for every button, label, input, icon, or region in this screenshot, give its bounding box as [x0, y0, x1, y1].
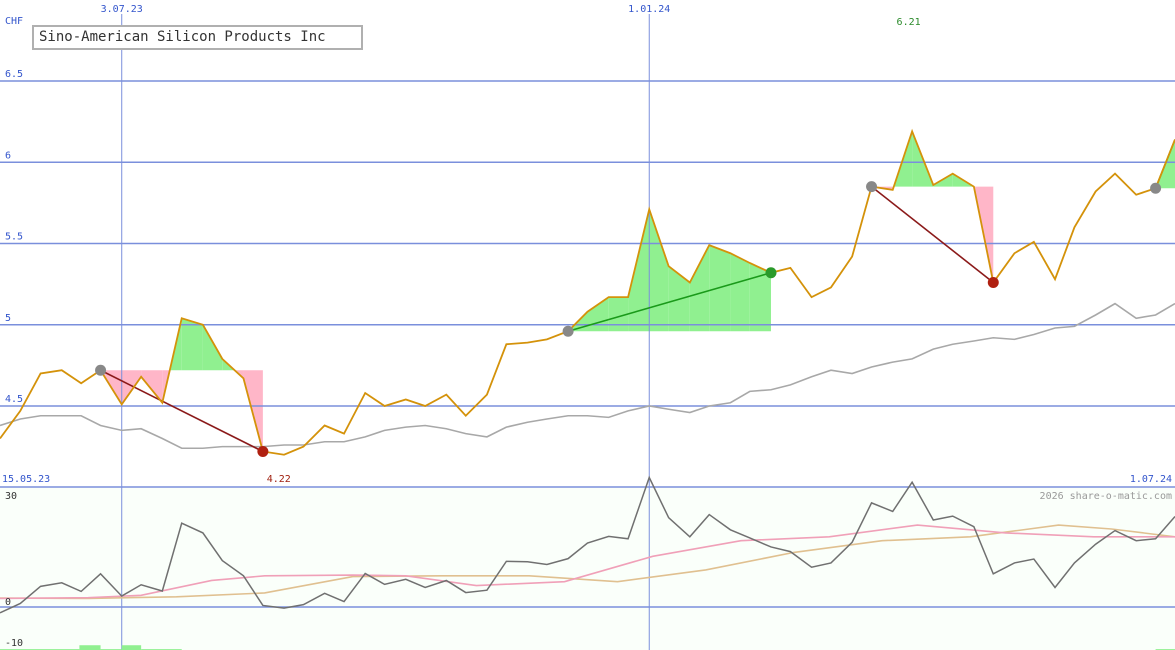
signal-start-marker [562, 325, 574, 337]
chart-title-box: Sino-American Silicon Products Inc [32, 25, 363, 50]
high-price-label: 6.21 [897, 17, 921, 28]
signal-end-marker [765, 267, 777, 279]
signal-start-marker [1150, 182, 1162, 194]
chart-title: Sino-American Silicon Products Inc [39, 29, 326, 45]
bottom-date-label: 1.07.24 [1130, 474, 1172, 485]
oscillator-bar [79, 645, 101, 650]
oscillator-background [0, 488, 1175, 650]
top-date-label: 1.01.24 [628, 4, 670, 15]
oscillator-bar [121, 645, 142, 650]
gain-area [587, 297, 609, 332]
signal-end-marker [257, 446, 269, 457]
currency-label: CHF [5, 16, 23, 27]
price-tick-label: 6 [5, 150, 11, 161]
watermark: 2026 share-o-matic.com [1040, 491, 1172, 502]
oscillator-tick-label: 0 [5, 597, 11, 608]
price-tick-label: 5 [5, 313, 11, 324]
gain-loss-fills [100, 131, 1175, 452]
price-tick-label: 5.5 [5, 232, 23, 243]
low-price-label: 4.22 [267, 474, 291, 485]
price-tick-label: 6.5 [5, 69, 23, 80]
oscillator-panel [0, 488, 1175, 650]
bottom-date-label: 15.05.23 [2, 474, 50, 485]
signal-line [871, 185, 994, 284]
gain-area [181, 318, 203, 371]
top-date-label: 3.07.23 [101, 4, 143, 15]
oscillator-tick-label: -10 [5, 638, 23, 649]
signal-line [100, 369, 264, 453]
signal-start-marker [866, 181, 878, 193]
oscillator-tick-label: 30 [5, 491, 17, 502]
gain-area [649, 209, 669, 332]
price-tick-label: 4.5 [5, 394, 23, 405]
signal-start-marker [95, 364, 107, 376]
signal-end-marker [987, 277, 999, 288]
chart-canvas: CHF 4.5 5 5.5 6 6.5 3.07.23 1.01.24 15.05.23 1.07… [0, 4, 1175, 650]
gain-area [730, 253, 750, 332]
price-axis-labels: CHF 4.5 5 5.5 6 6.5 3.07.23 1.01.24 15.05.23 1.07… [2, 4, 1172, 485]
gain-area [689, 245, 710, 332]
